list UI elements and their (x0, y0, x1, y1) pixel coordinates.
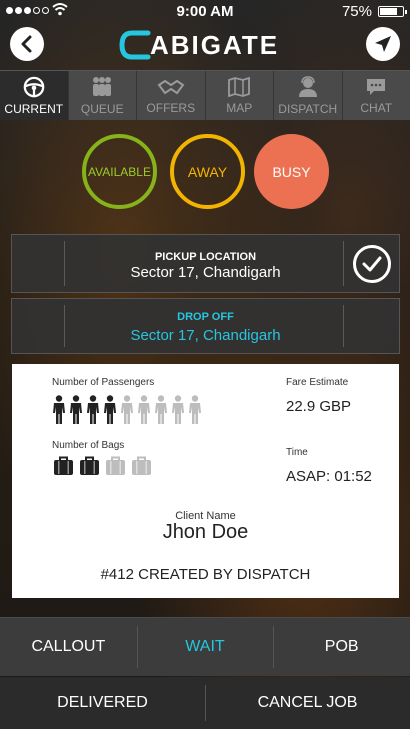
passenger-icon-selected[interactable] (52, 395, 66, 425)
navigate-button[interactable] (366, 27, 400, 61)
back-button[interactable] (10, 27, 44, 61)
passenger-count-selector[interactable] (52, 395, 202, 425)
status-away-button[interactable]: AWAY (170, 134, 245, 209)
time-value: ASAP: 01:52 (286, 468, 372, 485)
confirm-pickup-button[interactable] (353, 245, 391, 283)
pickup-location-panel[interactable]: PICKUP LOCATION Sector 17, Chandigarh (11, 234, 400, 293)
tab-label: CURRENT (4, 101, 64, 116)
delivered-button[interactable]: DELIVERED (0, 677, 205, 729)
passenger-icon[interactable] (137, 395, 151, 425)
status-available-button[interactable]: AVAILABLE (82, 134, 157, 209)
cancel-job-button[interactable]: CANCEL JOB (205, 677, 410, 729)
bag-icon-selected[interactable] (79, 456, 100, 476)
handshake-icon (157, 79, 185, 94)
tab-chat[interactable]: CHAT (341, 71, 410, 120)
fare-value: 22.9 GBP (286, 398, 352, 415)
dropoff-value: Sector 17, Chandigarh (130, 327, 281, 344)
dropoff-location-panel[interactable]: DROP OFF Sector 17, Chandigarh (11, 298, 400, 354)
bag-count-selector[interactable] (53, 456, 152, 476)
tab-offers[interactable]: OFFERS (136, 71, 205, 120)
navigation-arrow-icon (375, 36, 391, 52)
job-details-card: Number of Passengers Number of Bags Fare… (12, 364, 399, 598)
tab-label: DISPATCH (278, 101, 338, 116)
bag-icon[interactable] (105, 456, 126, 476)
map-icon (228, 76, 251, 97)
chevron-left-icon (21, 35, 32, 53)
passenger-icon[interactable] (120, 395, 134, 425)
pickup-value: Sector 17, Chandigarh (130, 264, 281, 281)
status-bar: 9:00 AM 75% (0, 0, 410, 22)
logo-c-mark (119, 30, 151, 60)
passengers-label: Number of Passengers (52, 377, 155, 388)
fare-label: Fare Estimate (286, 377, 349, 388)
battery-percent: 75% (341, 3, 372, 20)
steering-wheel-icon (23, 76, 45, 97)
job-created-info: #412 CREATED BY DISPATCH (100, 566, 311, 583)
passenger-icon-selected[interactable] (103, 395, 117, 425)
wait-button[interactable]: WAIT (136, 618, 274, 676)
tab-label: CHAT (360, 100, 393, 115)
logo-text: ABIGATE (150, 29, 280, 60)
app-logo: ABIGATE (118, 27, 298, 63)
passenger-icon-selected[interactable] (69, 395, 83, 425)
tab-bar: CURRENT QUEUE OFFERS MAP DISPATCH CHAT (0, 70, 410, 120)
tab-current[interactable]: CURRENT (0, 71, 68, 120)
tab-dispatch[interactable]: DISPATCH (273, 71, 342, 120)
client-name: Jhon Doe (162, 521, 249, 543)
dispatcher-icon (298, 75, 317, 97)
status-busy-button[interactable]: BUSY (254, 134, 329, 209)
tab-label: QUEUE (80, 101, 124, 116)
job-actions-row: CALLOUT WAIT POB (0, 617, 410, 676)
battery-icon (378, 6, 407, 17)
passenger-icon-selected[interactable] (86, 395, 100, 425)
tab-label: MAP (226, 100, 253, 115)
pob-button[interactable]: POB (273, 618, 410, 676)
passenger-icon[interactable] (154, 395, 168, 425)
tab-queue[interactable]: QUEUE (67, 71, 136, 120)
tab-map[interactable]: MAP (204, 71, 273, 120)
pickup-title: PICKUP LOCATION (154, 251, 257, 263)
bag-icon[interactable] (131, 456, 152, 476)
chat-bubble-icon (367, 78, 386, 95)
bags-label: Number of Bags (52, 440, 125, 451)
bag-icon-selected[interactable] (53, 456, 74, 476)
passenger-icon[interactable] (188, 395, 202, 425)
time-label: Time (286, 447, 308, 458)
dropoff-title: DROP OFF (177, 311, 234, 323)
tab-label: OFFERS (146, 100, 196, 115)
passenger-icon[interactable] (171, 395, 185, 425)
checkmark-icon (362, 256, 382, 272)
job-complete-row: DELIVERED CANCEL JOB (0, 677, 410, 729)
people-queue-icon (93, 76, 112, 96)
callout-button[interactable]: CALLOUT (0, 618, 137, 676)
